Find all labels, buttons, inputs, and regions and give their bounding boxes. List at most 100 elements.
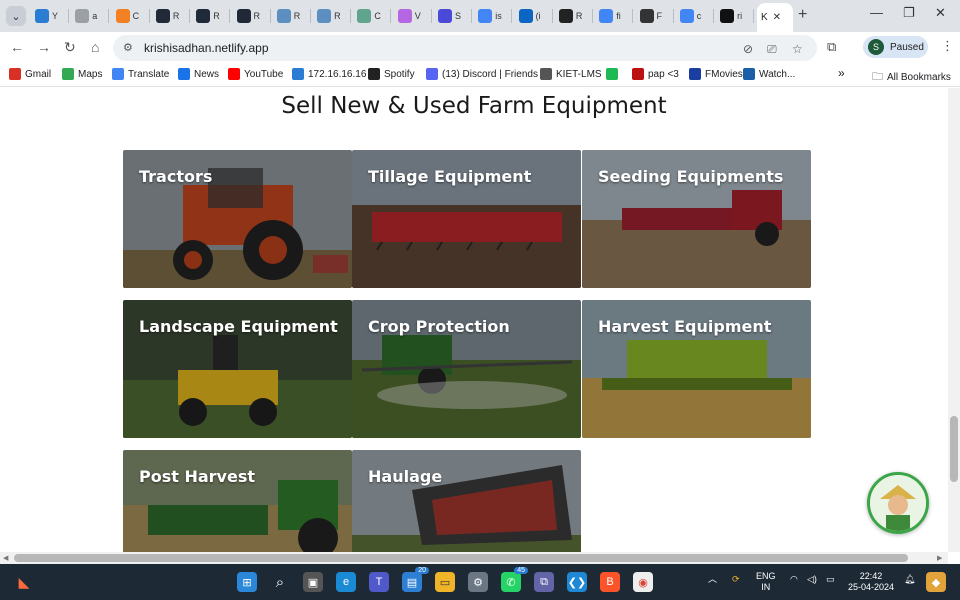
tab-search-button[interactable]: ⌄	[6, 6, 26, 26]
bookmark-star-icon[interactable]: ☆	[792, 42, 803, 56]
bookmark-item[interactable]: pap <3	[632, 68, 679, 80]
widget-icon[interactable]: ◣	[14, 572, 34, 592]
browser-tab[interactable]: is	[474, 6, 513, 26]
settings-icon[interactable]: ⚙	[468, 572, 488, 592]
brave-icon[interactable]: B	[600, 572, 620, 592]
scroll-right-icon[interactable]: ▶	[937, 554, 942, 562]
close-window-icon[interactable]: ✕	[935, 5, 946, 21]
browser-tab[interactable]: R	[273, 6, 311, 26]
category-card-seeding-equipments[interactable]: Seeding Equipments	[582, 150, 811, 288]
chatbot-button[interactable]	[867, 472, 929, 534]
horizontal-scroll-thumb[interactable]	[14, 554, 908, 562]
whatsapp-icon[interactable]: ✆ 45	[501, 567, 528, 592]
copilot-icon[interactable]: ◆	[926, 572, 946, 592]
browser-tab[interactable]: R	[192, 6, 231, 26]
new-tab-button[interactable]: +	[798, 6, 807, 24]
vertical-scrollbar[interactable]	[948, 88, 960, 552]
vertical-scroll-thumb[interactable]	[950, 416, 958, 482]
task-view-icon[interactable]: ▣	[303, 572, 323, 592]
discord-icon	[426, 68, 438, 80]
tray-overflow-icon[interactable]: ︿	[708, 574, 717, 585]
clock[interactable]: 22:42 25-04-2024	[848, 571, 894, 593]
home-icon[interactable]: ⌂	[91, 39, 99, 55]
browser-tab[interactable]: R	[152, 6, 190, 26]
browser-tab[interactable]: a	[71, 6, 110, 26]
bookmark-item[interactable]: Translate	[112, 68, 169, 80]
browser-tab[interactable]: C	[112, 6, 150, 26]
category-card-landscape-equipment[interactable]: Landscape Equipment	[123, 300, 352, 438]
bookmark-label: 172.16.16.16	[308, 68, 367, 80]
s-icon	[292, 68, 304, 80]
bookmark-item[interactable]: KIET-LMS	[540, 68, 602, 80]
bookmark-item[interactable]: Spotify	[368, 68, 415, 80]
all-bookmarks-button[interactable]: 🗀 All Bookmarks	[872, 68, 951, 87]
browser-tab[interactable]: (i	[515, 6, 553, 26]
bookmark-item[interactable]: (13) Discord | Friends	[426, 68, 538, 80]
bookmark-item[interactable]: Maps	[62, 68, 102, 80]
tray-sync-icon[interactable]: ⟳	[732, 574, 740, 585]
minimize-icon[interactable]: —	[870, 5, 883, 20]
search-icon[interactable]: ⌕	[270, 572, 290, 592]
language-indicator[interactable]: ENG IN	[756, 571, 776, 593]
category-card-tractors[interactable]: Tractors	[123, 150, 352, 288]
tab-label: R	[213, 11, 220, 21]
site-info-icon[interactable]: ⚙	[123, 41, 133, 54]
menu-icon[interactable]: ⋮	[941, 38, 954, 54]
active-tab[interactable]: K ✕	[757, 3, 793, 32]
restore-icon[interactable]: ❐	[903, 5, 915, 21]
close-tab-icon[interactable]: ✕	[773, 12, 781, 23]
bookmark-item[interactable]: News	[178, 68, 219, 80]
browser-tab[interactable]: C	[353, 6, 392, 26]
eye-off-icon[interactable]: ⊘	[743, 42, 753, 56]
edge-icon[interactable]: e	[336, 572, 356, 592]
browser-tab[interactable]: R	[233, 6, 271, 26]
wifi-icon[interactable]: ◠	[790, 574, 798, 585]
files-icon[interactable]: ▤ 20	[402, 567, 429, 592]
volume-icon[interactable]: ◁)	[807, 574, 817, 585]
back-icon[interactable]: ←	[10, 39, 24, 55]
scroll-left-icon[interactable]: ◀	[3, 554, 8, 562]
category-card-crop-protection[interactable]: Crop Protection	[352, 300, 581, 438]
forward-icon[interactable]: →	[37, 39, 51, 55]
browser-tab[interactable]: R	[313, 6, 352, 26]
category-card-harvest-equipment[interactable]: Harvest Equipment	[582, 300, 811, 438]
category-card-haulage[interactable]: Haulage	[352, 450, 581, 552]
bookmark-item[interactable]: 172.16.16.16	[292, 68, 366, 80]
category-label: Tractors	[139, 167, 213, 186]
more-bookmarks-icon[interactable]: »	[838, 66, 845, 80]
teams-alt-icon[interactable]: ⧉	[534, 572, 554, 592]
address-bar[interactable]: ⚙ krishisadhan.netlify.app ⊘ ⎚ ☆	[113, 35, 817, 61]
browser-tab[interactable]: Y	[31, 6, 69, 26]
horizontal-scrollbar[interactable]: ◀ ▶	[0, 552, 948, 564]
category-card-post-harvest[interactable]: Post Harvest	[123, 450, 352, 552]
browser-tab[interactable]: R	[555, 6, 593, 26]
bookmark-item[interactable]: Watch...	[743, 68, 795, 80]
react-icon	[155, 9, 170, 23]
category-card-tillage-equipment[interactable]: Tillage Equipment	[352, 150, 581, 288]
bookmark-item[interactable]: YouTube	[228, 68, 283, 80]
url-text[interactable]: krishisadhan.netlify.app	[144, 41, 269, 55]
fmovies-icon	[689, 68, 701, 80]
profile-button[interactable]: S Paused	[863, 36, 928, 58]
browser-tab[interactable]: F	[636, 6, 674, 26]
file-explorer-icon[interactable]: ▭	[435, 572, 455, 592]
browser-tab[interactable]: S	[434, 6, 472, 26]
teams-icon[interactable]: T	[369, 572, 389, 592]
extensions-icon[interactable]: ⧉	[827, 39, 836, 55]
bookmark-item[interactable]: Gmail	[9, 68, 51, 80]
browser-tab[interactable]: ri	[716, 6, 755, 26]
circle-icon	[75, 9, 90, 23]
bookmark-item[interactable]: FMovies	[689, 68, 743, 80]
browser-tab[interactable]: fi	[595, 6, 634, 26]
vscode-icon[interactable]: ❮❯	[567, 572, 587, 592]
start-icon[interactable]: ⊞	[237, 572, 257, 592]
bookmark-item[interactable]	[606, 68, 618, 80]
browser-tab[interactable]: V	[394, 6, 432, 26]
battery-icon[interactable]: ▭	[826, 574, 835, 585]
reload-icon[interactable]: ↻	[64, 39, 76, 56]
spotify-icon	[368, 68, 380, 80]
chrome-icon[interactable]: ◉	[633, 572, 653, 592]
install-app-icon[interactable]: ⎚	[767, 42, 777, 57]
browser-tab[interactable]: c	[676, 6, 714, 26]
notification-icon[interactable]: 🔔︎	[904, 574, 915, 585]
